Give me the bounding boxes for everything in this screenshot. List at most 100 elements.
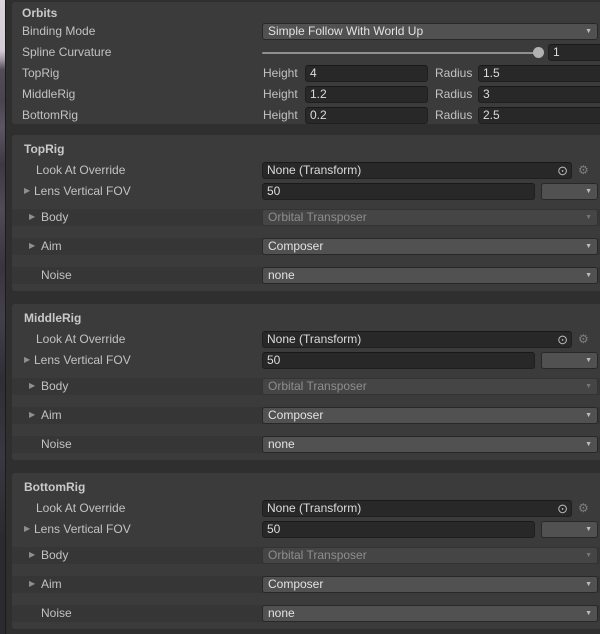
radius-input[interactable]: 2.5 <box>478 107 600 124</box>
orbit-rig-row: MiddleRig Height 1.2 Radius 3 <box>12 86 600 103</box>
look-at-override-label: Look At Override <box>36 163 125 178</box>
foldout-arrow-icon[interactable]: ▶ <box>29 381 35 391</box>
aim-value: Composer <box>268 239 323 253</box>
spline-curvature-value: 1 <box>553 45 560 59</box>
chevron-down-icon: ▼ <box>585 581 592 589</box>
look-at-override-value: None (Transform) <box>267 163 361 177</box>
orbit-rig-name: BottomRig <box>22 108 78 123</box>
aim-row: ▶ Aim Composer ▼ <box>12 238 600 255</box>
height-label: Height <box>263 108 298 123</box>
rig-section: BottomRig Look At Override None (Transfo… <box>12 473 600 629</box>
radius-label: Radius <box>435 87 472 102</box>
rig-section: TopRig Look At Override None (Transform)… <box>12 135 600 291</box>
look-at-override-label: Look At Override <box>36 332 125 347</box>
object-picker-icon[interactable]: ⊙ <box>557 163 568 179</box>
aim-dropdown[interactable]: Composer ▼ <box>262 407 598 424</box>
lens-fov-input[interactable]: 50 <box>262 521 535 538</box>
look-at-override-object-field[interactable]: None (Transform) ⊙ <box>262 162 572 179</box>
body-dropdown: Orbital Transposer ▼ <box>262 547 598 564</box>
aim-value: Composer <box>268 577 323 591</box>
radius-input[interactable]: 3 <box>478 86 600 103</box>
radius-value: 1.5 <box>483 66 500 80</box>
body-row: ▶ Body Orbital Transposer ▼ <box>12 209 600 226</box>
height-input[interactable]: 0.2 <box>305 107 428 124</box>
height-input[interactable]: 4 <box>305 65 428 82</box>
foldout-arrow-icon[interactable]: ▶ <box>24 186 30 196</box>
noise-row: Noise none ▼ <box>12 436 600 453</box>
orbit-rig-rows: TopRig Height 4 Radius 1.5 MiddleRig Hei… <box>12 65 600 124</box>
noise-label: Noise <box>41 606 72 621</box>
orbit-rig-name: MiddleRig <box>22 87 75 102</box>
aim-label: Aim <box>41 577 62 592</box>
look-at-override-object-field[interactable]: None (Transform) ⊙ <box>262 500 572 517</box>
chevron-down-icon: ▼ <box>585 441 592 449</box>
spline-curvature-slider[interactable] <box>262 52 538 54</box>
aim-dropdown[interactable]: Composer ▼ <box>262 238 598 255</box>
chevron-down-icon: ▼ <box>585 28 592 36</box>
orbit-rig-name: TopRig <box>22 66 59 81</box>
rig-sections: TopRig Look At Override None (Transform)… <box>6 135 600 629</box>
noise-dropdown[interactable]: none ▼ <box>262 436 598 453</box>
rig-section-title: BottomRig <box>12 479 600 495</box>
slider-handle[interactable] <box>533 47 544 58</box>
orbits-group: Orbits Binding Mode Simple Follow With W… <box>12 2 600 124</box>
chevron-down-icon: ▼ <box>585 214 592 222</box>
lens-fov-value: 50 <box>267 522 280 536</box>
radius-label: Radius <box>435 108 472 123</box>
lens-vertical-fov-row: ▶ Lens Vertical FOV 50 ▼ <box>12 352 600 369</box>
chevron-down-icon: ▼ <box>585 357 592 365</box>
body-value: Orbital Transposer <box>268 210 367 224</box>
gear-icon[interactable]: ⚙ <box>578 163 589 178</box>
lens-preset-dropdown[interactable]: ▼ <box>541 352 598 369</box>
body-value: Orbital Transposer <box>268 548 367 562</box>
aim-dropdown[interactable]: Composer ▼ <box>262 576 598 593</box>
object-picker-icon[interactable]: ⊙ <box>557 501 568 517</box>
height-label: Height <box>263 87 298 102</box>
lens-vertical-fov-row: ▶ Lens Vertical FOV 50 ▼ <box>12 521 600 538</box>
orbit-rig-row: BottomRig Height 0.2 Radius 2.5 <box>12 107 600 124</box>
height-value: 1.2 <box>310 87 327 101</box>
object-picker-icon[interactable]: ⊙ <box>557 332 568 348</box>
spline-curvature-label: Spline Curvature <box>22 45 111 60</box>
orbit-rig-row: TopRig Height 4 Radius 1.5 <box>12 65 600 82</box>
height-value: 0.2 <box>310 108 327 122</box>
look-at-override-row: Look At Override None (Transform) ⊙ ⚙ <box>12 162 600 179</box>
binding-mode-dropdown[interactable]: Simple Follow With World Up ▼ <box>262 23 598 40</box>
noise-row: Noise none ▼ <box>12 605 600 622</box>
chevron-down-icon: ▼ <box>585 526 592 534</box>
radius-value: 2.5 <box>483 108 500 122</box>
look-at-override-row: Look At Override None (Transform) ⊙ ⚙ <box>12 331 600 348</box>
noise-dropdown[interactable]: none ▼ <box>262 267 598 284</box>
gear-icon[interactable]: ⚙ <box>578 501 589 516</box>
height-input[interactable]: 1.2 <box>305 86 428 103</box>
lens-fov-value: 50 <box>267 184 280 198</box>
gear-icon[interactable]: ⚙ <box>578 332 589 347</box>
foldout-arrow-icon[interactable]: ▶ <box>29 579 35 589</box>
noise-dropdown[interactable]: none ▼ <box>262 605 598 622</box>
foldout-arrow-icon[interactable]: ▶ <box>29 550 35 560</box>
foldout-arrow-icon[interactable]: ▶ <box>24 524 30 534</box>
chevron-down-icon: ▼ <box>585 188 592 196</box>
aim-row: ▶ Aim Composer ▼ <box>12 576 600 593</box>
noise-label: Noise <box>41 268 72 283</box>
body-dropdown: Orbital Transposer ▼ <box>262 209 598 226</box>
lens-fov-input[interactable]: 50 <box>262 352 535 369</box>
body-label: Body <box>41 379 68 394</box>
foldout-arrow-icon[interactable]: ▶ <box>29 212 35 222</box>
look-at-override-object-field[interactable]: None (Transform) ⊙ <box>262 331 572 348</box>
look-at-override-value: None (Transform) <box>267 332 361 346</box>
look-at-override-row: Look At Override None (Transform) ⊙ ⚙ <box>12 500 600 517</box>
lens-fov-input[interactable]: 50 <box>262 183 535 200</box>
foldout-arrow-icon[interactable]: ▶ <box>29 410 35 420</box>
radius-value: 3 <box>483 87 490 101</box>
lens-preset-dropdown[interactable]: ▼ <box>541 521 598 538</box>
lens-preset-dropdown[interactable]: ▼ <box>541 183 598 200</box>
radius-label: Radius <box>435 66 472 81</box>
spline-curvature-input[interactable]: 1 <box>548 44 600 61</box>
foldout-arrow-icon[interactable]: ▶ <box>29 241 35 251</box>
orbits-header: Orbits <box>12 5 600 21</box>
chevron-down-icon: ▼ <box>585 383 592 391</box>
foldout-arrow-icon[interactable]: ▶ <box>24 355 30 365</box>
lens-fov-value: 50 <box>267 353 280 367</box>
radius-input[interactable]: 1.5 <box>478 65 600 82</box>
